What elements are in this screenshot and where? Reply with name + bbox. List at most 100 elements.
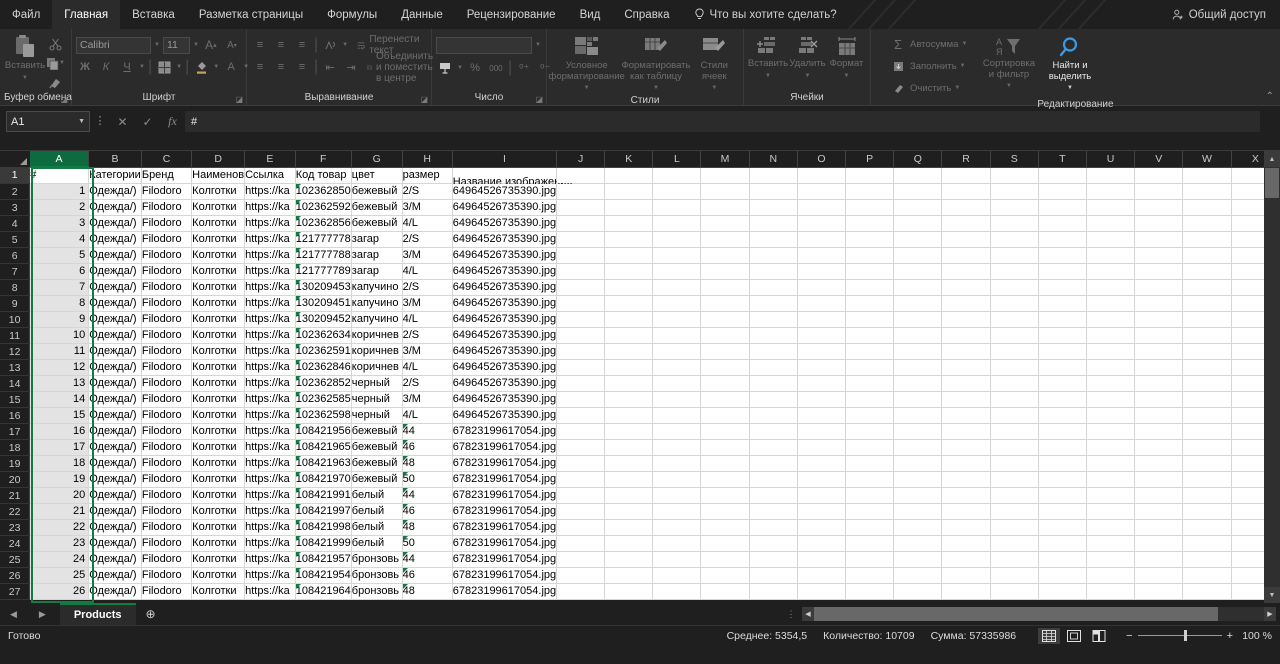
- accounting-chevron-down-icon[interactable]: ▼: [457, 65, 463, 71]
- cell-H5[interactable]: 2/S: [402, 231, 453, 248]
- cell-H7[interactable]: 4/L: [402, 263, 453, 280]
- cell-I10[interactable]: 64964526735390.jpg: [452, 311, 558, 328]
- cell-V1[interactable]: [1134, 167, 1184, 184]
- sheet-nav-arrows[interactable]: ◀ ▶: [0, 609, 46, 620]
- cell-U1[interactable]: [1086, 167, 1136, 184]
- cell-V25[interactable]: [1134, 551, 1184, 568]
- row-header-23[interactable]: 23: [0, 519, 31, 536]
- chevron-down-icon[interactable]: ▼: [711, 83, 717, 94]
- table-row[interactable]: 21 20 Одежда/) Filodoro Колготки https://ka 10…: [0, 487, 1280, 504]
- cell-J17[interactable]: [556, 423, 606, 440]
- cell-A18[interactable]: 17: [29, 439, 90, 456]
- cell-O21[interactable]: [797, 487, 847, 504]
- cell-N20[interactable]: [749, 471, 798, 488]
- cell-K5[interactable]: [604, 231, 654, 248]
- table-row[interactable]: 8 7 Одежда/) Filodoro Колготки https://ka 1302…: [0, 279, 1280, 296]
- cell-N21[interactable]: [749, 487, 798, 504]
- cell-I6[interactable]: 64964526735390.jpg: [452, 247, 558, 264]
- cell-C4[interactable]: Filodoro: [141, 215, 193, 232]
- fill-color-button[interactable]: [192, 58, 210, 76]
- cell-V22[interactable]: [1134, 503, 1184, 520]
- column-header-F[interactable]: F: [295, 151, 352, 168]
- table-row[interactable]: 9 8 Одежда/) Filodoro Колготки https://ka 1302…: [0, 295, 1280, 312]
- cell-Q14[interactable]: [893, 375, 943, 392]
- cell-K1[interactable]: [604, 167, 654, 184]
- cell-D25[interactable]: Колготки: [191, 551, 246, 568]
- cell-T22[interactable]: [1038, 503, 1087, 520]
- table-row[interactable]: 11 10 Одежда/) Filodoro Колготки https://ka 10…: [0, 327, 1280, 344]
- cell-J20[interactable]: [556, 471, 606, 488]
- cell-B2[interactable]: Одежда/): [88, 183, 142, 200]
- error-indicator-icon[interactable]: [402, 504, 408, 509]
- cell-D5[interactable]: Колготки: [191, 231, 246, 248]
- cell-J8[interactable]: [556, 279, 606, 296]
- cell-T14[interactable]: [1038, 375, 1087, 392]
- row-header-9[interactable]: 9: [0, 295, 31, 312]
- cell-T19[interactable]: [1038, 455, 1087, 472]
- alignment-dialog-launcher[interactable]: ◪: [420, 95, 428, 104]
- cell-T8[interactable]: [1038, 279, 1087, 296]
- cell-J13[interactable]: [556, 359, 606, 376]
- cell-G27[interactable]: бронзовь: [351, 583, 403, 600]
- cell-T4[interactable]: [1038, 215, 1087, 232]
- cell-U23[interactable]: [1086, 519, 1136, 536]
- cell-K9[interactable]: [604, 295, 654, 312]
- column-header-D[interactable]: D: [191, 151, 246, 168]
- cell-R19[interactable]: [941, 455, 991, 472]
- error-indicator-icon[interactable]: [402, 584, 408, 589]
- cell-K20[interactable]: [604, 471, 654, 488]
- column-header-Q[interactable]: Q: [893, 151, 943, 168]
- cell-C8[interactable]: Filodoro: [141, 279, 193, 296]
- collapse-ribbon-button[interactable]: ⌃: [1266, 91, 1274, 102]
- cell-L15[interactable]: [652, 391, 702, 408]
- cell-E11[interactable]: https://ka: [244, 327, 296, 344]
- cell-L20[interactable]: [652, 471, 702, 488]
- chevron-down-icon[interactable]: ▼: [59, 60, 65, 66]
- underline-button[interactable]: Ч: [118, 58, 136, 76]
- cell-S15[interactable]: [990, 391, 1039, 408]
- column-header-R[interactable]: R: [941, 151, 991, 168]
- cell-C18[interactable]: Filodoro: [141, 439, 193, 456]
- cell-W10[interactable]: [1182, 311, 1232, 328]
- column-header-O[interactable]: O: [797, 151, 847, 168]
- cell-I19[interactable]: 67823199617054.jpg: [452, 455, 558, 472]
- cell-V4[interactable]: [1134, 215, 1184, 232]
- cell-B24[interactable]: Одежда/): [88, 535, 142, 552]
- cell-K22[interactable]: [604, 503, 654, 520]
- cell-G17[interactable]: бежевый: [351, 423, 403, 440]
- error-indicator-icon[interactable]: [295, 344, 301, 349]
- row-header-13[interactable]: 13: [0, 359, 31, 376]
- cell-J16[interactable]: [556, 407, 606, 424]
- cell-H11[interactable]: 2/S: [402, 327, 453, 344]
- cell-F11[interactable]: 102362634: [295, 327, 352, 344]
- cell-W18[interactable]: [1182, 439, 1232, 456]
- cell-B7[interactable]: Одежда/): [88, 263, 142, 280]
- cell-R20[interactable]: [941, 471, 991, 488]
- cell-K17[interactable]: [604, 423, 654, 440]
- horizontal-scroll-thumb[interactable]: [814, 607, 1218, 621]
- cell-T16[interactable]: [1038, 407, 1087, 424]
- cell-D24[interactable]: Колготки: [191, 535, 246, 552]
- cell-F20[interactable]: 108421970: [295, 471, 352, 488]
- cell-C23[interactable]: Filodoro: [141, 519, 193, 536]
- cell-H18[interactable]: 46: [402, 439, 453, 456]
- row-header-7[interactable]: 7: [0, 263, 31, 280]
- table-row[interactable]: 18 17 Одежда/) Filodoro Колготки https://ka 10…: [0, 439, 1280, 456]
- error-indicator-icon[interactable]: [295, 504, 301, 509]
- error-indicator-icon[interactable]: [295, 360, 301, 365]
- cell-S21[interactable]: [990, 487, 1039, 504]
- cell-A2[interactable]: 1: [29, 183, 90, 200]
- cell-F5[interactable]: 121777778: [295, 231, 352, 248]
- paste-button[interactable]: Вставить ▼: [4, 32, 46, 83]
- cell-C16[interactable]: Filodoro: [141, 407, 193, 424]
- cell-G15[interactable]: черный: [351, 391, 403, 408]
- table-row[interactable]: 12 11 Одежда/) Filodoro Колготки https://ka 10…: [0, 343, 1280, 360]
- cell-R8[interactable]: [941, 279, 991, 296]
- cell-A23[interactable]: 22: [29, 519, 90, 536]
- cell-L3[interactable]: [652, 199, 702, 216]
- row-header-20[interactable]: 20: [0, 471, 31, 488]
- cell-M19[interactable]: [700, 455, 750, 472]
- cell-B27[interactable]: Одежда/): [88, 583, 142, 600]
- align-center-button[interactable]: ≡: [272, 58, 290, 76]
- cell-B4[interactable]: Одежда/): [88, 215, 142, 232]
